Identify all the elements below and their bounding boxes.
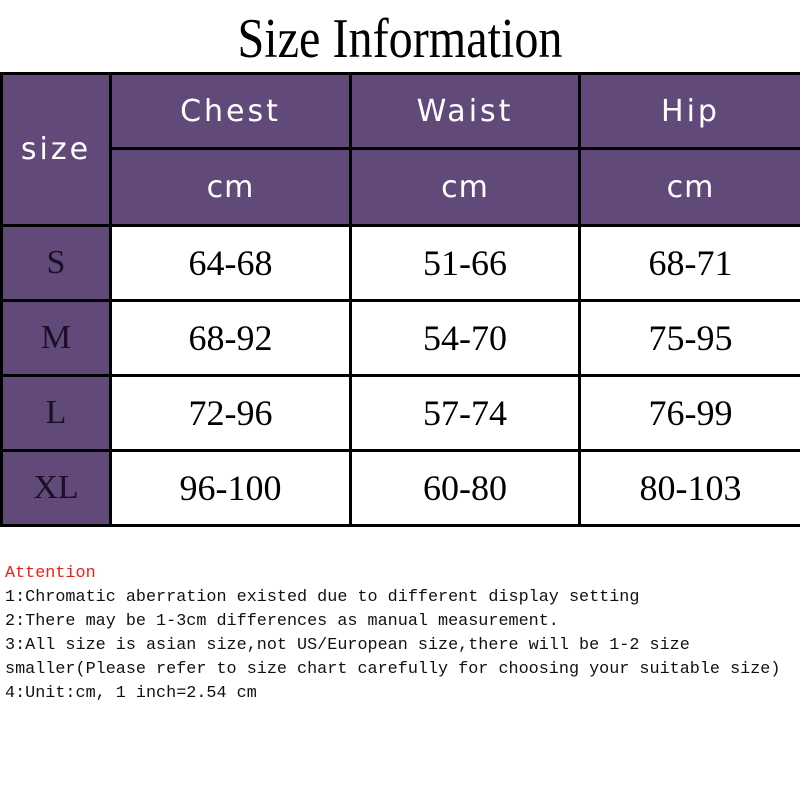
page-title: Size Information xyxy=(237,8,563,70)
note-line: 1:Chromatic aberration existed due to di… xyxy=(5,588,640,607)
size-chart-table: size Chest Waist Hip cm cm cm S 64-68 51… xyxy=(0,72,800,527)
waist-value: 54-70 xyxy=(349,299,581,377)
size-label: L xyxy=(0,374,112,452)
note-line: 4:Unit:cm, 1 inch=2.54 cm xyxy=(5,684,257,703)
hip-value: 68-71 xyxy=(578,224,800,302)
table-row: L 72-96 57-74 76-99 xyxy=(0,374,800,452)
waist-value: 60-80 xyxy=(349,449,581,527)
chest-value: 64-68 xyxy=(109,224,352,302)
unit-chest: cm xyxy=(109,147,352,227)
unit-waist: cm xyxy=(349,147,581,227)
hip-value: 75-95 xyxy=(578,299,800,377)
unit-hip: cm xyxy=(578,147,800,227)
table-row: XL 96-100 60-80 80-103 xyxy=(0,449,800,527)
table-row: M 68-92 54-70 75-95 xyxy=(0,299,800,377)
size-label: M xyxy=(0,299,112,377)
waist-value: 57-74 xyxy=(349,374,581,452)
hip-value: 80-103 xyxy=(578,449,800,527)
note-line: 2:There may be 1-3cm differences as manu… xyxy=(5,612,559,631)
unit-row: cm cm cm xyxy=(2,147,800,227)
chest-value: 96-100 xyxy=(109,449,352,527)
chest-value: 68-92 xyxy=(109,299,352,377)
waist-value: 51-66 xyxy=(349,224,581,302)
chest-value: 72-96 xyxy=(109,374,352,452)
column-header-chest: Chest xyxy=(109,72,352,150)
table-row: S 64-68 51-66 68-71 xyxy=(0,224,800,302)
attention-notes: Attention 1:Chromatic aberration existed… xyxy=(5,562,795,706)
column-header-hip: Hip xyxy=(578,72,800,150)
size-column-header: size xyxy=(0,72,112,227)
header-row: size Chest Waist Hip xyxy=(0,72,800,227)
size-label: XL xyxy=(0,449,112,527)
note-line: 3:All size is asian size,not US/European… xyxy=(5,636,781,679)
size-label: S xyxy=(0,224,112,302)
attention-heading: Attention xyxy=(5,564,96,583)
column-header-waist: Waist xyxy=(349,72,581,150)
hip-value: 76-99 xyxy=(578,374,800,452)
